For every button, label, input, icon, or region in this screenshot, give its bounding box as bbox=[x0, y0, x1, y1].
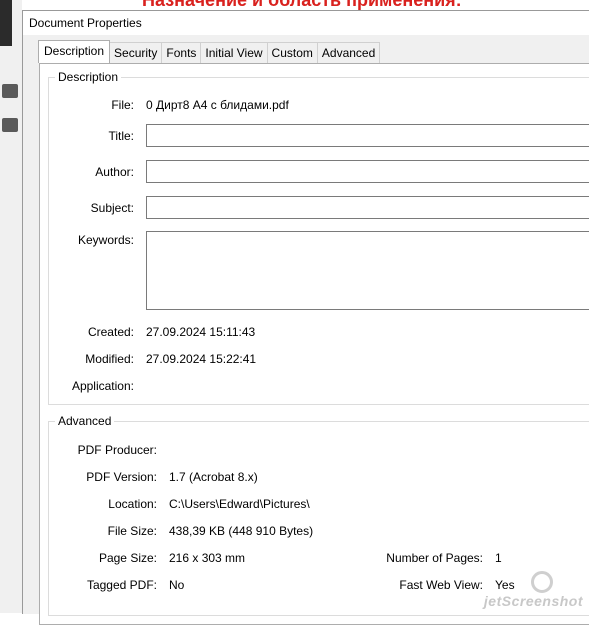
background-tool-icon bbox=[2, 118, 18, 132]
author-label: Author: bbox=[95, 165, 134, 179]
author-input[interactable] bbox=[146, 160, 589, 183]
file-size-label: File Size: bbox=[107, 524, 157, 538]
keywords-input[interactable] bbox=[146, 231, 589, 310]
modified-value: 27.09.2024 15:22:41 bbox=[146, 352, 257, 366]
advanced-legend: Advanced bbox=[58, 414, 112, 428]
pdf-version-value: 1.7 (Acrobat 8.x) bbox=[169, 470, 258, 484]
location-label: Location: bbox=[108, 497, 157, 511]
file-value: 0 Дирт8 А4 с блидами.pdf bbox=[146, 98, 289, 112]
background-app-sidebar bbox=[0, 0, 23, 613]
tab-initial-view[interactable]: Initial View bbox=[200, 42, 268, 63]
pdf-producer-label: PDF Producer: bbox=[77, 443, 157, 457]
number-of-pages-value: 1 bbox=[495, 551, 502, 565]
title-input[interactable] bbox=[146, 124, 589, 147]
tab-advanced[interactable]: Advanced bbox=[316, 42, 381, 63]
tab-description[interactable]: Description bbox=[38, 40, 111, 63]
tab-fonts[interactable]: Fonts bbox=[161, 42, 202, 63]
description-legend: Description bbox=[58, 70, 119, 84]
dialog-title: Document Properties bbox=[23, 11, 589, 35]
page-size-value: 216 x 303 mm bbox=[169, 551, 246, 565]
description-tab-panel: Description File: 0 Дирт8 А4 с блидами.p… bbox=[39, 63, 589, 625]
file-label: File: bbox=[111, 98, 134, 112]
watermark-logo-icon bbox=[531, 571, 553, 593]
subject-input[interactable] bbox=[146, 196, 589, 219]
pdf-version-label: PDF Version: bbox=[86, 470, 157, 484]
location-value: C:\Users\Edward\Pictures\ bbox=[169, 497, 310, 511]
tab-custom[interactable]: Custom bbox=[266, 42, 318, 63]
tagged-pdf-value: No bbox=[169, 578, 185, 592]
keywords-label: Keywords: bbox=[77, 233, 134, 247]
tab-security[interactable]: Security bbox=[109, 42, 163, 63]
document-properties-dialog: Document Properties Description Security… bbox=[22, 10, 589, 625]
subject-label: Subject: bbox=[90, 201, 134, 215]
number-of-pages-label: Number of Pages: bbox=[386, 551, 483, 565]
title-label: Title: bbox=[108, 129, 134, 143]
created-value: 27.09.2024 15:11:43 bbox=[146, 325, 256, 339]
background-app-block bbox=[0, 0, 12, 46]
file-size-value: 438,39 KB (448 910 Bytes) bbox=[169, 524, 314, 538]
modified-label: Modified: bbox=[85, 352, 134, 366]
fast-web-view-value: Yes bbox=[495, 578, 515, 592]
background-tool-icon bbox=[2, 84, 18, 98]
tab-bar: Description Security Fonts Initial View … bbox=[38, 40, 381, 63]
page-size-label: Page Size: bbox=[98, 551, 157, 565]
created-label: Created: bbox=[87, 325, 134, 339]
fast-web-view-label: Fast Web View: bbox=[399, 578, 483, 592]
tagged-pdf-label: Tagged PDF: bbox=[86, 578, 157, 592]
application-label: Application: bbox=[71, 379, 134, 393]
watermark: jetScreenshot bbox=[483, 593, 583, 609]
